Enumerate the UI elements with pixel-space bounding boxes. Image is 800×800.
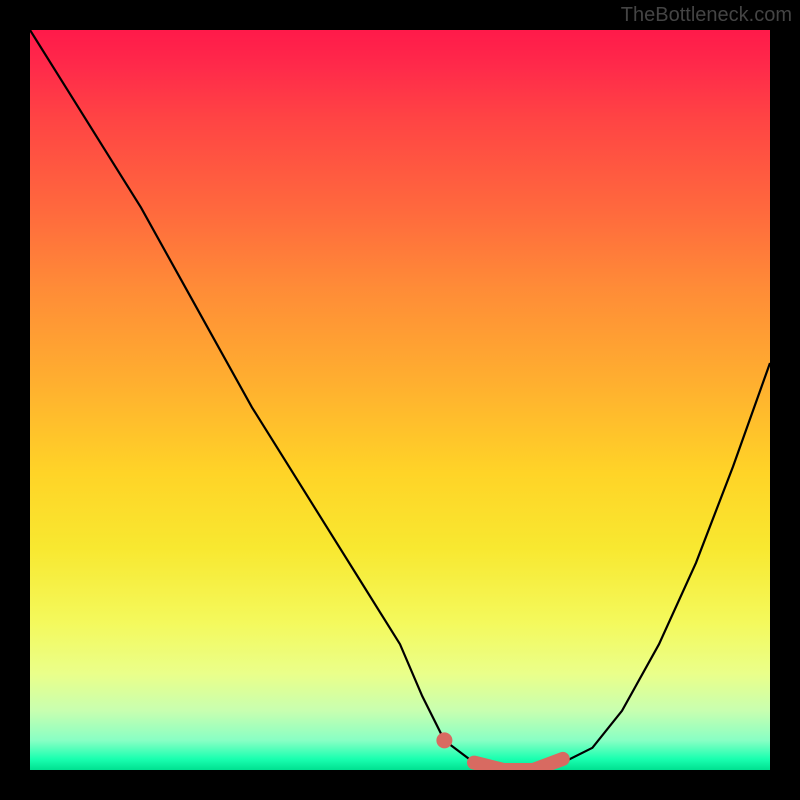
chart-plot-area bbox=[30, 30, 770, 770]
chart-svg bbox=[30, 30, 770, 770]
bottleneck-curve-line bbox=[30, 30, 770, 770]
optimal-point-dot bbox=[436, 732, 452, 748]
optimal-range-highlight bbox=[474, 759, 563, 770]
watermark-text: TheBottleneck.com bbox=[621, 4, 792, 27]
